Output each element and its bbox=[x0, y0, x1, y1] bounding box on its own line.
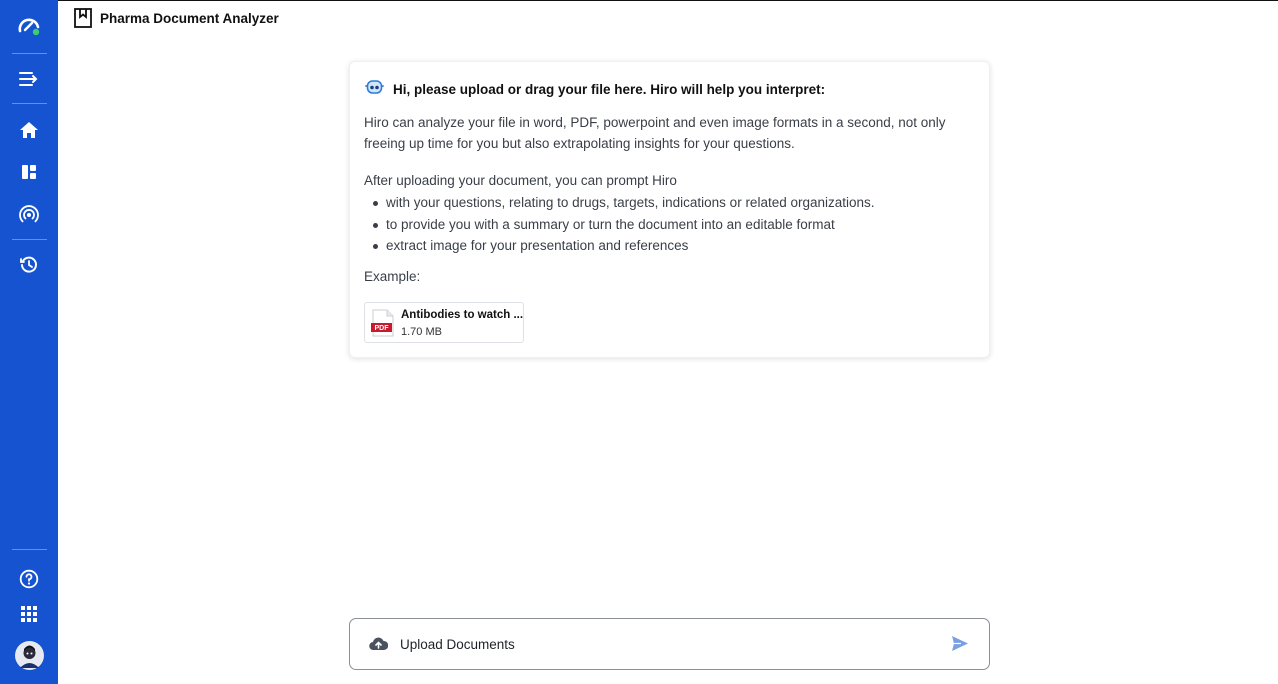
dashboard-icon[interactable] bbox=[0, 160, 58, 184]
pdf-file-icon: PDF bbox=[371, 309, 395, 342]
page-title: Pharma Document Analyzer bbox=[100, 11, 279, 26]
top-header: Pharma Document Analyzer bbox=[58, 0, 1278, 38]
menu-collapse-icon[interactable] bbox=[0, 66, 58, 92]
prompt-paragraph: After uploading your document, you can p… bbox=[364, 173, 677, 188]
apps-grid-icon[interactable] bbox=[0, 602, 58, 626]
file-name: Antibodies to watch ... bbox=[401, 309, 524, 321]
sidebar-divider bbox=[12, 53, 47, 54]
sidebar-divider bbox=[12, 103, 47, 104]
robot-icon bbox=[365, 79, 384, 100]
file-size: 1.70 MB bbox=[401, 326, 442, 338]
sidebar-divider bbox=[12, 239, 47, 240]
avatar[interactable] bbox=[0, 640, 58, 670]
intro-card: Hi, please upload or drag your file here… bbox=[349, 61, 990, 358]
capability-list: with your questions, relating to drugs, … bbox=[364, 192, 875, 257]
upload-documents-button[interactable]: Upload Documents bbox=[400, 637, 515, 652]
history-icon[interactable] bbox=[0, 252, 58, 278]
list-item: with your questions, relating to drugs, … bbox=[364, 192, 875, 214]
example-file-card[interactable]: PDF Antibodies to watch ... 1.70 MB bbox=[364, 302, 524, 343]
list-item: to provide you with a summary or turn th… bbox=[364, 214, 875, 236]
cloud-upload-icon[interactable] bbox=[369, 636, 389, 656]
svg-text:PDF: PDF bbox=[375, 325, 390, 332]
app-root: Pharma Document Analyzer Hi, please uplo… bbox=[0, 0, 1278, 684]
help-icon[interactable] bbox=[0, 566, 58, 592]
example-label: Example: bbox=[364, 269, 421, 284]
card-heading: Hi, please upload or drag your file here… bbox=[365, 79, 825, 100]
list-item: extract image for your presentation and … bbox=[364, 235, 875, 257]
sidebar-divider bbox=[12, 549, 47, 550]
send-icon[interactable] bbox=[951, 635, 969, 657]
logo-icon[interactable] bbox=[0, 12, 58, 40]
upload-bar[interactable]: Upload Documents bbox=[349, 618, 990, 670]
bookmark-icon bbox=[74, 8, 92, 33]
home-icon[interactable] bbox=[0, 118, 58, 142]
intro-paragraph: Hiro can analyze your file in word, PDF,… bbox=[364, 115, 946, 151]
card-heading-text: Hi, please upload or drag your file here… bbox=[393, 82, 826, 97]
signal-icon[interactable] bbox=[0, 202, 58, 228]
sidebar bbox=[0, 0, 58, 684]
